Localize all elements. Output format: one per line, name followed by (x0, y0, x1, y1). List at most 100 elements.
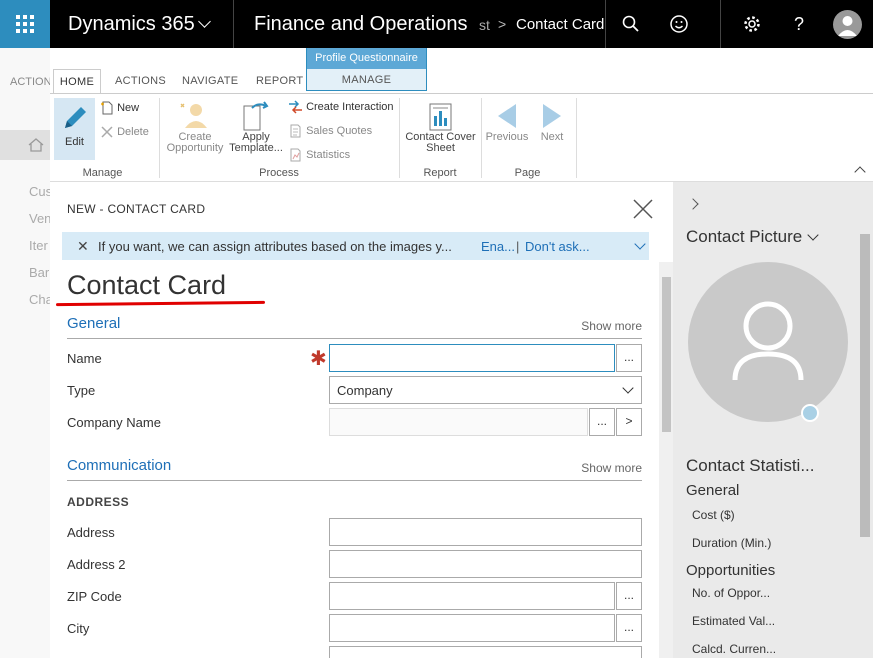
dismiss-message-close-icon[interactable]: ✕ (77, 238, 89, 255)
sales-quotes-button[interactable]: Sales Quotes (288, 124, 372, 138)
city-label: City (67, 621, 90, 636)
cost-label: Cost ($) (692, 508, 735, 522)
tab-navigate[interactable]: NAVIGATE (182, 75, 238, 87)
contact-picture-title[interactable]: Contact Picture (686, 227, 802, 247)
contact-picture[interactable] (688, 262, 848, 422)
city-lookup-button[interactable]: ... (616, 614, 642, 642)
zip-code-field[interactable] (329, 582, 615, 610)
general-show-more-link[interactable]: Show more (581, 319, 642, 333)
breadcrumb-current: Contact Card (516, 16, 605, 33)
factbox-panel: Contact Picture Contact Statisti... Gene… (673, 182, 873, 658)
previous-button[interactable]: Previous (483, 98, 531, 143)
group-label-page: Page (514, 167, 541, 179)
waffle-icon[interactable] (0, 0, 50, 48)
app-title[interactable]: Dynamics 365 (68, 13, 195, 36)
address2-field[interactable] (329, 550, 642, 578)
type-select-value: Company (337, 383, 393, 398)
section-general-title[interactable]: General (67, 315, 120, 332)
search-icon[interactable] (619, 12, 643, 36)
report-icon (429, 103, 452, 131)
communication-show-more-link[interactable]: Show more (581, 461, 642, 475)
chevron-down-icon[interactable] (198, 15, 211, 28)
bg-nav-item: Cus (29, 184, 53, 199)
zip-code-lookup-button[interactable]: ... (616, 582, 642, 610)
no-of-opportunities-label: No. of Oppor... (692, 586, 771, 600)
statistics-icon (288, 148, 303, 162)
company-name-field[interactable] (329, 408, 588, 436)
expand-message-chevron-down-icon[interactable] (634, 238, 646, 250)
arrow-left-icon (498, 104, 516, 128)
new-button-label: New (117, 101, 140, 114)
home-icon (28, 138, 44, 152)
dialog-title: NEW - CONTACT CARD (67, 202, 206, 216)
city-field[interactable] (329, 614, 615, 642)
sales-quotes-label: Sales Quotes (306, 124, 373, 137)
enable-link[interactable]: Ena... (481, 239, 515, 254)
help-icon[interactable]: ? (787, 12, 811, 36)
message-bar: ✕ If you want, we can assign attributes … (62, 232, 649, 260)
tab-actions[interactable]: ACTIONS (115, 75, 166, 87)
statistics-button[interactable]: Statistics (288, 148, 350, 162)
delete-button-label: Delete (117, 125, 149, 138)
duration-label: Duration (Min.) (692, 536, 772, 550)
panel-scrollbar-thumb[interactable] (860, 234, 870, 537)
top-navigation-bar: Dynamics 365 Finance and Operations st >… (0, 0, 873, 48)
dialog-scrollbar-thumb[interactable] (662, 277, 671, 432)
next-button[interactable]: Next (532, 98, 572, 143)
contact-cover-sheet-label-2: Sheet (426, 142, 455, 154)
smiley-icon[interactable] (667, 12, 691, 36)
company-name-goto-button[interactable]: > (616, 408, 642, 436)
group-label-manage: Manage (82, 167, 123, 179)
context-tab-header: Profile Questionnaire (307, 48, 426, 69)
group-label-report: Report (423, 167, 457, 179)
bg-nav-item: Bar (29, 265, 50, 280)
previous-label: Previous (485, 131, 529, 143)
user-avatar[interactable] (833, 10, 862, 39)
presence-status-icon (801, 404, 819, 422)
group-label-process: Process (259, 167, 299, 179)
contact-statistics-title[interactable]: Contact Statisti... (686, 456, 815, 476)
tab-home[interactable]: HOME (53, 69, 101, 94)
svg-text:?: ? (794, 14, 804, 34)
collapse-panel-chevron-right-icon[interactable] (687, 198, 699, 210)
gear-icon[interactable] (740, 12, 764, 36)
tab-manage[interactable]: MANAGE (307, 69, 426, 91)
background-home-button (0, 130, 50, 160)
breadcrumb-previous[interactable]: st (479, 17, 490, 33)
name-lookup-button[interactable]: ... (616, 344, 642, 372)
edit-button[interactable]: Edit (54, 98, 95, 160)
delete-button[interactable]: Delete (100, 125, 149, 139)
bg-nav-item: Ven (29, 211, 52, 226)
person-icon (732, 301, 804, 381)
chevron-down-icon[interactable] (807, 229, 819, 241)
address2-label: Address 2 (67, 557, 126, 572)
new-button[interactable]: New (100, 101, 139, 115)
statistics-general-heading: General (686, 482, 740, 499)
statistics-label: Statistics (306, 148, 351, 161)
message-link-separator: | (516, 239, 520, 254)
context-tab-profile-questionnaire[interactable]: Profile Questionnaire MANAGE (306, 48, 427, 91)
company-name-lookup-button[interactable]: ... (589, 408, 615, 436)
address-label: Address (67, 525, 115, 540)
tab-report[interactable]: REPORT (256, 75, 303, 87)
apply-template-button[interactable]: Apply Template... (228, 98, 284, 154)
type-select[interactable]: Company (329, 376, 642, 404)
interaction-icon (288, 100, 303, 114)
module-title: Finance and Operations (254, 13, 468, 35)
next-field-partial[interactable] (329, 646, 642, 658)
section-communication-title[interactable]: Communication (67, 457, 171, 474)
apply-template-icon (243, 101, 269, 131)
opportunities-heading: Opportunities (686, 562, 776, 579)
company-name-label: Company Name (67, 415, 161, 430)
close-icon[interactable] (633, 199, 653, 219)
name-field[interactable] (329, 344, 615, 372)
opportunity-icon (180, 103, 207, 128)
contact-cover-sheet-button[interactable]: Contact Cover Sheet (403, 98, 478, 154)
page-title: Contact Card (67, 270, 227, 300)
dont-ask-link[interactable]: Don't ask... (525, 239, 590, 254)
address-field[interactable] (329, 518, 642, 546)
arrow-right-icon (543, 104, 561, 128)
create-opportunity-label-2: Opportunity (166, 142, 224, 154)
create-interaction-button[interactable]: Create Interaction (288, 100, 394, 114)
create-opportunity-button[interactable]: Create Opportunity (163, 98, 227, 154)
